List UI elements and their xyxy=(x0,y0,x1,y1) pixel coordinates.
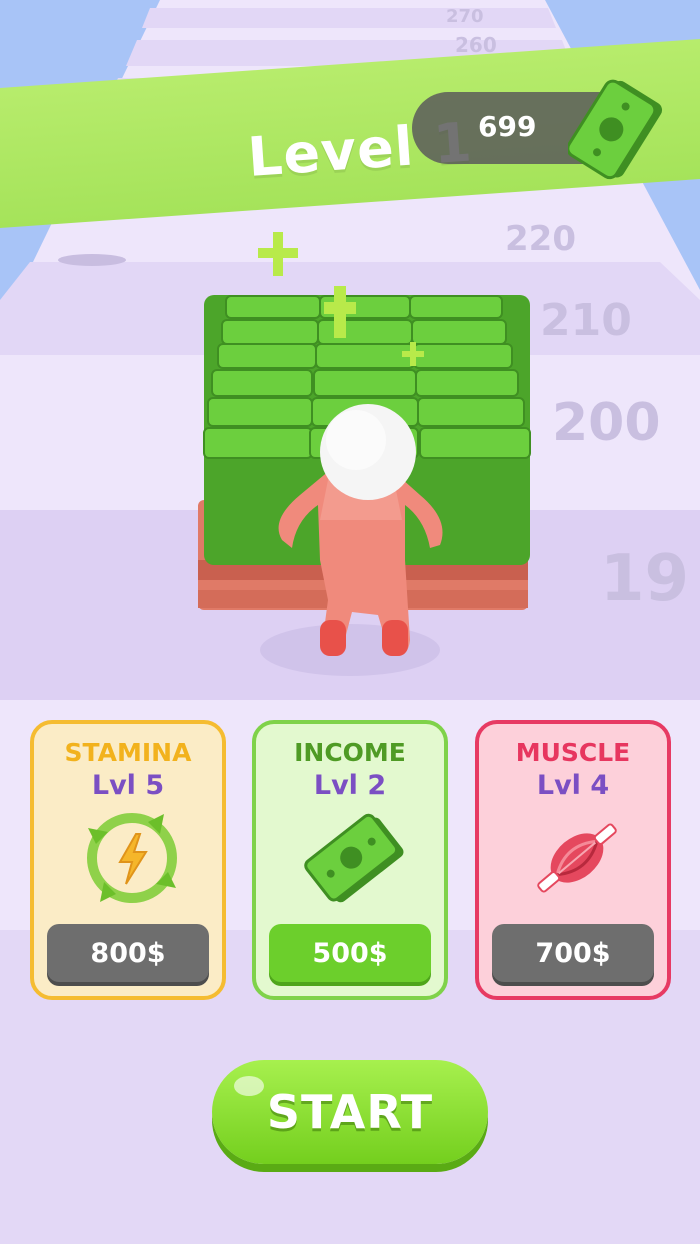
upgrade-card-stamina[interactable]: STAMINA Lvl 5 800$ xyxy=(30,720,226,1000)
muscle-price: 700$ xyxy=(535,937,611,969)
marker-210: 210 xyxy=(540,295,632,346)
income-title: INCOME xyxy=(294,738,406,767)
stamina-level: Lvl 5 xyxy=(91,770,165,801)
stamina-price: 800$ xyxy=(90,937,166,969)
energy-recycle-icon xyxy=(87,813,177,903)
upgrade-card-income[interactable]: INCOME Lvl 2 500$ xyxy=(252,720,448,1000)
marker-220: 220 xyxy=(505,219,576,259)
muscle-level: Lvl 4 xyxy=(536,770,610,801)
income-price: 500$ xyxy=(312,937,388,969)
cash-icon xyxy=(304,813,404,903)
cash-icon xyxy=(568,79,663,180)
upgrade-card-muscle[interactable]: MUSCLE Lvl 4 700$ xyxy=(475,720,671,1000)
stamina-title: STAMINA xyxy=(64,738,192,767)
muscle-icon xyxy=(537,823,617,893)
stamina-buy-button[interactable]: 800$ xyxy=(47,924,209,982)
income-level: Lvl 2 xyxy=(313,770,387,801)
start-label: START xyxy=(266,1085,434,1139)
currency-amount: 699 xyxy=(478,110,537,143)
muscle-buy-button[interactable]: 700$ xyxy=(492,924,654,982)
road-shadow xyxy=(58,254,126,266)
income-buy-button[interactable]: 500$ xyxy=(269,924,431,982)
start-button[interactable]: START xyxy=(212,1060,488,1164)
marker-19: 19 xyxy=(600,542,689,616)
muscle-title: MUSCLE xyxy=(515,738,631,767)
marker-200: 200 xyxy=(552,393,661,453)
character-shadow xyxy=(260,624,440,676)
marker-270: 270 xyxy=(446,6,484,27)
